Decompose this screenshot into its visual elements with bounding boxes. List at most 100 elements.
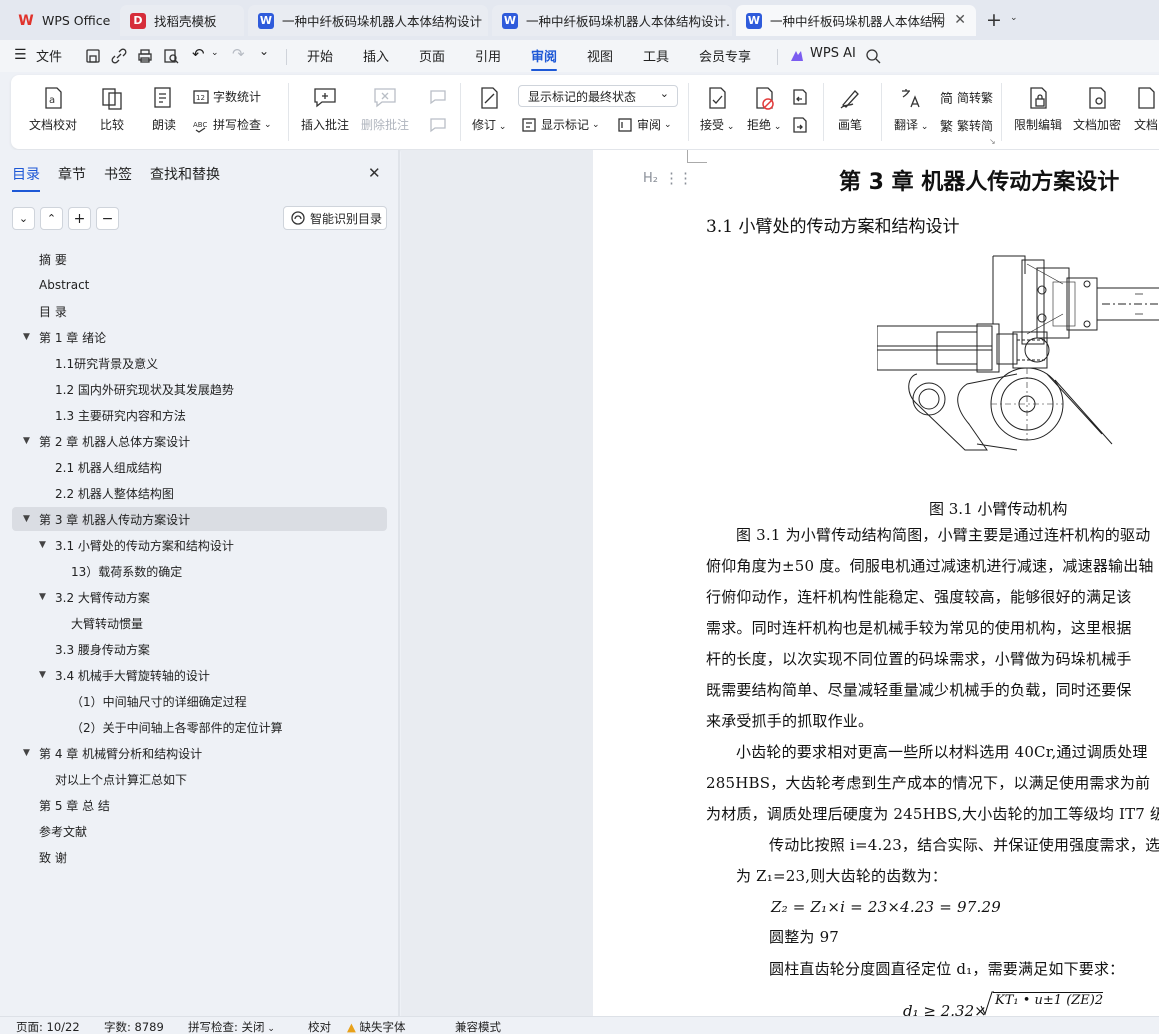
toc-item-selected[interactable]: ▼ 第 3 章 机器人传动方案设计 <box>12 507 387 531</box>
panel-tab-find-replace[interactable]: 查找和替换 <box>150 164 220 184</box>
menu-item-review[interactable]: 审阅 <box>531 46 558 71</box>
tab-docer-templates[interactable]: D 找稻壳模板 <box>120 5 244 36</box>
accept-button[interactable]: 接受 ⌄ <box>700 85 734 133</box>
tab-document-2[interactable]: W 一种中纤板码垛机器人本体结构设计. <box>492 5 732 36</box>
toc-item[interactable]: 2.2 机器人整体结构图 <box>12 481 387 505</box>
compare-button[interactable]: 比较 <box>99 85 125 133</box>
page-indicator[interactable]: 页面: 10/22 <box>16 1019 80 1034</box>
next-change-icon[interactable] <box>791 116 809 134</box>
previous-comment-icon[interactable] <box>429 88 447 106</box>
hamburger-icon[interactable]: ☰ <box>14 47 27 63</box>
menu-item-reference[interactable]: 引用 <box>475 46 501 65</box>
toc-item[interactable]: 摘 要 <box>12 247 387 271</box>
save-icon[interactable] <box>84 47 102 65</box>
toc-item[interactable]: 1.1研究背景及意义 <box>12 351 387 375</box>
track-changes-button[interactable]: 修订 ⌄ <box>472 85 506 133</box>
search-icon[interactable] <box>864 47 882 65</box>
tab-wps-office[interactable]: W WPS Office <box>8 5 118 36</box>
review-pane-button[interactable]: 审阅 ⌄ <box>617 116 672 133</box>
menu-item-insert[interactable]: 插入 <box>363 46 389 65</box>
reject-button[interactable]: 拒绝 ⌄ <box>747 85 781 133</box>
dropdown-chevron-icon[interactable]: ⌄ <box>724 122 735 132</box>
panel-tab-bookmarks[interactable]: 书签 <box>104 164 132 184</box>
link-icon[interactable] <box>110 47 128 65</box>
dropdown-chevron-icon[interactable]: ⌄ <box>496 122 507 132</box>
collapse-up-button[interactable]: ⌃ <box>40 207 63 230</box>
document-page[interactable]: H₂ ⋮⋮ 第 3 章 机器人传动方案设计 3.1 小臂处的传动方案和结构设计 <box>593 150 1159 1016</box>
delete-comment-button[interactable]: 删除批注 <box>361 85 409 133</box>
toc-item[interactable]: 第 5 章 总 结 <box>12 793 387 817</box>
toc-item[interactable]: ▼ 3.2 大臂传动方案 <box>12 585 387 609</box>
menu-item-membership[interactable]: 会员专享 <box>699 46 751 65</box>
toc-item[interactable]: 3.3 腰身传动方案 <box>12 637 387 661</box>
encrypt-doc-button[interactable]: 文档加密 <box>1073 85 1121 133</box>
tab-document-1[interactable]: W 一种中纤板码垛机器人本体结构设计 <box>248 5 488 36</box>
expand-triangle-icon[interactable]: ▼ <box>23 514 30 524</box>
insert-comment-button[interactable]: 插入批注 <box>301 85 349 133</box>
toc-item[interactable]: 1.2 国内外研究现状及其发展趋势 <box>12 377 387 401</box>
dropdown-chevron-icon[interactable]: ⌄ <box>771 122 782 132</box>
print-preview-icon[interactable] <box>162 47 180 65</box>
dropdown-chevron-icon[interactable]: ⌄ <box>918 122 929 132</box>
monitor-icon[interactable] <box>932 13 944 22</box>
proofread-button[interactable]: 校对 <box>308 1019 331 1034</box>
add-heading-button[interactable]: + <box>68 207 91 230</box>
remove-heading-button[interactable]: − <box>96 207 119 230</box>
expand-triangle-icon[interactable]: ▼ <box>39 540 46 550</box>
toc-item[interactable]: ▼ 第 1 章 绪论 <box>12 325 387 349</box>
expand-triangle-icon[interactable]: ▼ <box>39 670 46 680</box>
toc-item[interactable]: Abstract <box>12 273 387 297</box>
toc-item[interactable]: ▼ 第 2 章 机器人总体方案设计 <box>12 429 387 453</box>
close-panel-icon[interactable]: ✕ <box>368 164 381 182</box>
toc-item[interactable]: （2）关于中间轴上各零部件的定位计算 <box>12 715 387 739</box>
dropdown-chevron-icon[interactable]: ⌄ <box>264 120 272 130</box>
smart-toc-button[interactable]: 智能识别目录 <box>283 206 387 230</box>
restrict-editing-button[interactable]: 限制编辑 <box>1014 85 1062 133</box>
toc-item[interactable]: 2.1 机器人组成结构 <box>12 455 387 479</box>
spell-check-status[interactable]: 拼写检查: 关闭 ⌄ <box>188 1019 275 1034</box>
menu-item-start[interactable]: 开始 <box>307 46 333 65</box>
panel-tab-chapters[interactable]: 章节 <box>58 164 86 184</box>
toc-item[interactable]: 对以上个点计算汇总如下 <box>12 767 387 791</box>
dropdown-chevron-icon[interactable]: ⌄ <box>592 120 600 130</box>
toc-item[interactable]: 1.3 主要研究内容和方法 <box>12 403 387 427</box>
wps-ai-button[interactable]: WPS AI <box>810 46 856 61</box>
word-count-button[interactable]: 12 字数统计 <box>193 88 261 105</box>
menu-item-view[interactable]: 视图 <box>587 46 613 65</box>
close-tab-icon[interactable]: ✕ <box>954 12 966 28</box>
simplified-to-traditional-button[interactable]: 简 简转繁 <box>940 88 993 107</box>
previous-change-icon[interactable] <box>791 88 809 106</box>
toc-item[interactable]: ▼ 3.1 小臂处的传动方案和结构设计 <box>12 533 387 557</box>
more-chevron-icon[interactable]: ⌄ <box>259 44 269 58</box>
read-aloud-button[interactable]: 朗读 <box>151 85 177 133</box>
expand-triangle-icon[interactable]: ▼ <box>23 748 30 758</box>
missing-font-button[interactable]: ▲ 缺失字体 <box>347 1019 406 1034</box>
toc-item[interactable]: 13）载荷系数的确定 <box>12 559 387 583</box>
document-rights-button[interactable]: 文档 <box>1133 85 1159 133</box>
word-count-indicator[interactable]: 字数: 8789 <box>104 1019 164 1034</box>
menu-item-page[interactable]: 页面 <box>419 46 445 65</box>
toc-item[interactable]: 目 录 <box>12 299 387 323</box>
markup-display-select[interactable]: 显示标记的最终状态 ⌄ <box>518 85 678 107</box>
menu-item-tools[interactable]: 工具 <box>643 46 669 65</box>
next-comment-icon[interactable] <box>429 116 447 134</box>
traditional-to-simplified-button[interactable]: 繁 繁转简 <box>940 116 993 135</box>
dialog-launcher-icon[interactable]: ↘ <box>989 137 996 146</box>
doc-check-button[interactable]: a 文档校对 <box>29 85 77 133</box>
tab-document-3-active[interactable]: W 一种中纤板码垛机器人本体结构 ✕ <box>736 5 976 36</box>
translate-button[interactable]: 翻译 ⌄ <box>894 85 928 133</box>
expand-down-button[interactable]: ⌄ <box>12 207 35 230</box>
expand-triangle-icon[interactable]: ▼ <box>23 436 30 446</box>
show-markup-button[interactable]: 显示标记 ⌄ <box>521 116 600 133</box>
redo-icon[interactable]: ↷ <box>232 45 245 63</box>
toc-item[interactable]: 参考文献 <box>12 819 387 843</box>
spell-check-button[interactable]: ABC 拼写检查 ⌄ <box>193 116 272 133</box>
pen-button[interactable]: 画笔 <box>837 85 863 133</box>
tab-list-chevron-icon[interactable]: ⌄ <box>1010 13 1018 23</box>
toc-item[interactable]: 大臂转动惯量 <box>12 611 387 635</box>
toc-item[interactable]: 致 谢 <box>12 845 387 869</box>
panel-tab-toc[interactable]: 目录 <box>12 164 40 192</box>
expand-triangle-icon[interactable]: ▼ <box>39 592 46 602</box>
file-menu[interactable]: 文件 <box>36 46 62 65</box>
undo-dropdown-icon[interactable]: ⌄ <box>211 48 219 58</box>
